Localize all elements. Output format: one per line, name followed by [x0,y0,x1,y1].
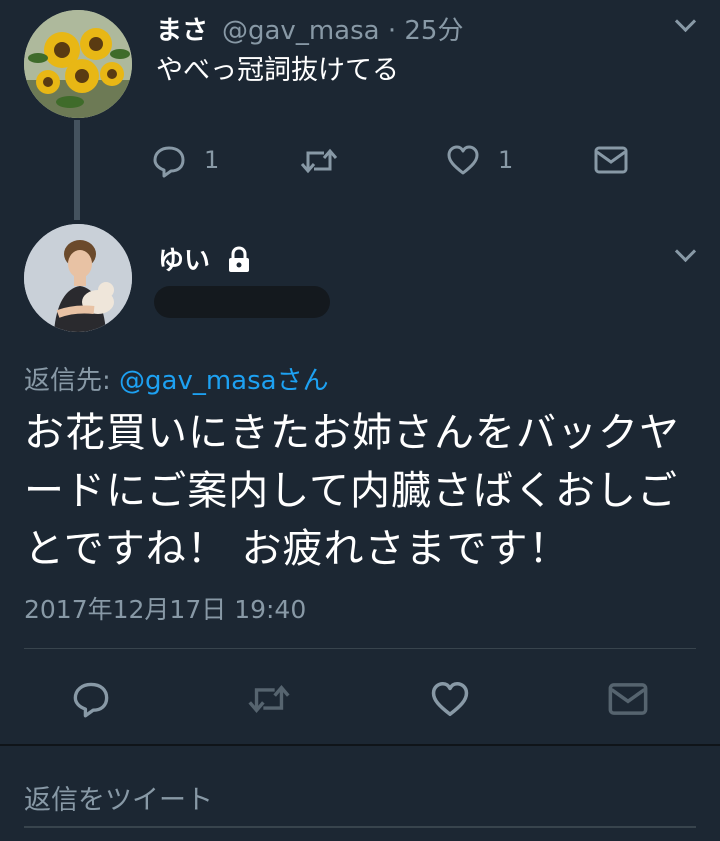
reply-mention-link[interactable]: @gav_masa [119,366,277,396]
tweet-timestamp: 2017年12月17日 19:40 [24,595,307,624]
chevron-down-icon[interactable] [674,10,697,33]
input-underline [24,826,696,828]
reply-count: 1 [204,146,220,174]
redacted-handle [154,286,330,318]
replying-to: 返信先: @gav_masaさん [24,360,329,397]
reply-icon[interactable] [72,680,110,718]
retweet-icon[interactable] [300,146,338,176]
direct-message-icon[interactable] [594,146,628,174]
like-icon[interactable] [446,144,480,176]
portrait-avatar-image [24,224,132,332]
like-icon[interactable] [430,680,470,718]
tweet-text: やべっ冠詞抜けてる [156,55,399,86]
avatar[interactable] [24,224,132,332]
avatar[interactable] [24,10,132,118]
reply-icon[interactable] [152,144,186,178]
handle-and-time[interactable]: @gav_masa · 25分 [222,10,463,47]
display-name[interactable]: ゆい [158,240,210,277]
reply-suffix: さん [276,366,329,396]
sunflower-avatar-image [24,10,132,118]
lock-icon [226,246,252,278]
reply-input[interactable]: 返信をツイート [24,778,213,817]
divider [24,648,696,649]
display-name[interactable]: まさ [156,10,208,47]
thread-connector [74,120,80,220]
tweet-text: お花買いにきたお姉さんをバックヤードにご案内して内臓さばくおしごとですね！ お疲… [24,410,680,572]
retweet-icon [246,682,292,716]
like-count: 1 [498,146,514,174]
direct-message-icon [608,682,648,716]
chevron-down-icon[interactable] [674,240,697,263]
reply-prefix: 返信先: [24,366,120,396]
